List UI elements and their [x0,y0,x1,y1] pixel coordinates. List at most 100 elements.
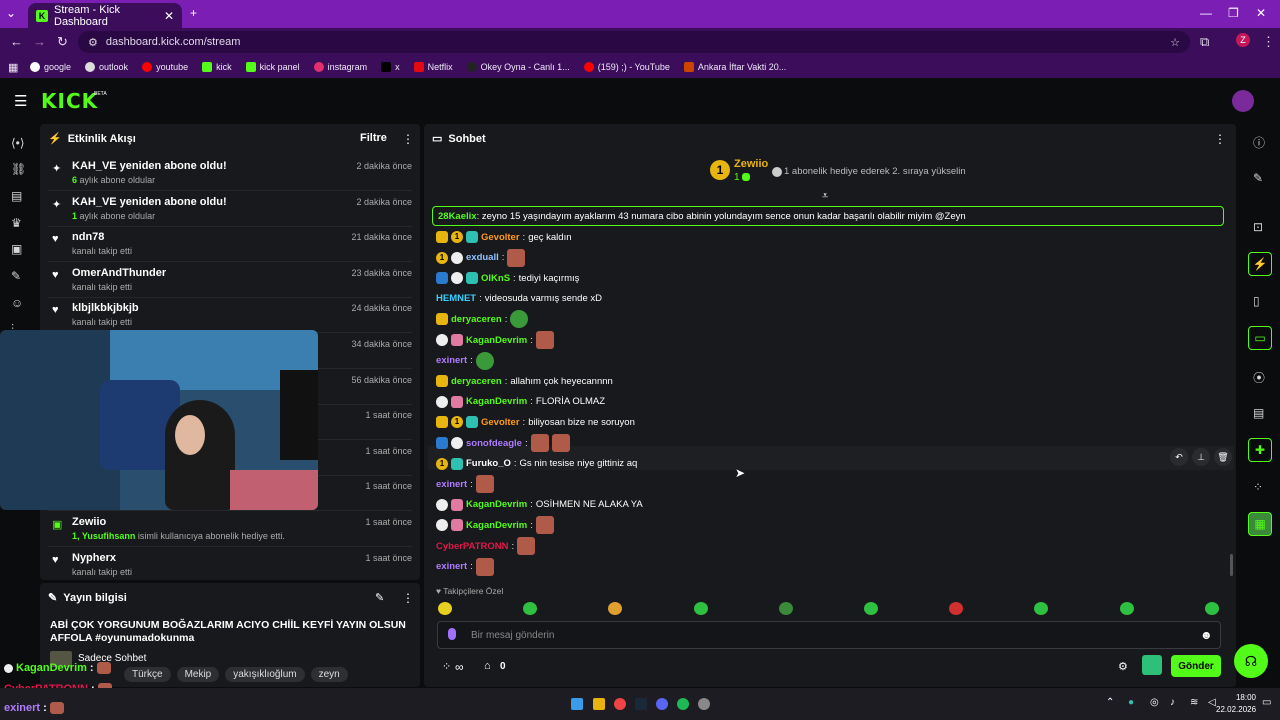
chat-message[interactable]: KaganDevrim: FLORİA OLMAZ [436,393,605,411]
chat-username[interactable]: KaganDevrim [466,520,527,531]
signal-icon[interactable]: ⦿ [1253,369,1265,386]
new-tab-icon[interactable]: + [190,6,197,20]
quick-emote-icon[interactable] [608,602,623,615]
hamburger-menu-icon[interactable]: ☰ [14,92,27,110]
browser-tab[interactable]: K Stream - Kick Dashboard ✕ [28,3,182,28]
more-options-icon[interactable]: ⋮ [402,132,414,146]
clock-date[interactable]: 22.02.2026 [1216,705,1256,714]
chat-message[interactable]: deryaceren: allahım çok heyecannnn [436,372,613,390]
url-input[interactable]: ⚙ dashboard.kick.com/stream ☆ [78,31,1190,53]
bookmark-x[interactable]: x [381,62,400,72]
bookmark-kick[interactable]: kick [202,62,232,72]
chart-icon[interactable]: ▤ [11,189,22,203]
app-icon[interactable] [698,698,710,710]
chat-username[interactable]: OlKnS [481,273,510,284]
mic-tray-icon[interactable]: ♪ [1170,697,1175,708]
printer-icon[interactable]: ▤ [1253,406,1264,420]
delete-icon[interactable]: 🗑 [1214,448,1232,466]
scrollbar-thumb[interactable] [1230,554,1233,576]
extensions-icon[interactable]: ⧉ [1200,34,1209,50]
info-icon[interactable]: ⓘ [1253,134,1265,151]
chat-username[interactable]: Furuko_O [466,458,511,469]
chat-username[interactable]: deryaceren [451,314,502,325]
activity-item[interactable]: ✦ KAH_VE yeniden abone oldu! 6 aylık abone… [40,156,420,191]
chat-message[interactable]: HEMNET: videosuda varmış sende xD [436,290,602,308]
link-icon[interactable]: ⛓ [11,162,26,176]
broadcast-icon[interactable]: ⟨•⟩ [11,136,25,150]
circles-icon[interactable]: ⁘ [1253,480,1263,494]
quick-emote-icon[interactable] [949,602,964,615]
chat-username[interactable]: deryaceren [451,376,502,387]
activity-item[interactable]: ♥ klbjlkbkjbkjb kanalı takip etti 24 dakika… [40,298,420,334]
chat-message[interactable]: KaganDevrim: [436,516,554,535]
activity-item[interactable]: ♥ OmerAndThunder kanalı takip etti 23 dakik… [40,263,420,298]
chat-message[interactable]: deryaceren: [436,310,529,329]
restore-icon[interactable]: ❐ [1228,6,1239,20]
tag-chip[interactable]: zeyn [310,667,348,682]
minimize-icon[interactable]: — [1200,6,1212,20]
chrome-icon[interactable] [614,698,626,710]
quick-emote-icon[interactable] [778,602,793,615]
chat-message[interactable]: 1 Gevolter: geç kaldın [436,228,572,246]
chat-message[interactable]: exinert: [436,557,494,576]
close-tab-icon[interactable]: ✕ [164,9,174,23]
message-input[interactable]: Bir mesaj gönderin ☻ [437,621,1221,649]
activity-item[interactable]: ▣ Zewiio 1, Yusufihsann isimli kullanıcıya… [40,512,420,547]
quick-emote-icon[interactable] [693,602,708,615]
chat-message[interactable]: CyberPATRONN: [436,537,536,555]
chat-username[interactable]: KaganDevrim [466,396,527,407]
chat-message[interactable]: KaganDevrim: OSİHMEN NE ALAKA YA [436,496,643,514]
chat-message[interactable]: 1 exduall: [436,248,526,267]
discord-icon[interactable] [656,698,668,710]
apps-grid-icon[interactable]: ▦ [8,61,18,74]
reload-icon[interactable]: ↻ [57,34,68,50]
users-icon[interactable]: ☺ [11,296,23,310]
store-icon[interactable]: ⌂ [484,660,491,672]
quick-emote-icon[interactable] [438,602,452,615]
bookmark-instagram[interactable]: instagram [313,62,367,72]
spotify-icon[interactable] [677,698,689,710]
bookmark-okey[interactable]: Okey Oyna - Canlı 1... [466,62,570,72]
bookmark-outlook[interactable]: outlook [85,62,128,72]
chat-username[interactable]: exinert [436,561,467,572]
quick-emote-icon[interactable] [1204,602,1219,615]
trophy-icon[interactable]: ♛ [11,216,22,230]
chat-message[interactable]: OlKnS: tediyi kaçırmış [436,269,579,287]
capture-icon[interactable]: ⊡ [1253,220,1263,234]
chat-username[interactable]: sonofdeagle [466,438,522,449]
chat-message[interactable]: exinert: [436,351,494,370]
tab-search-icon[interactable]: ⌄ [6,6,16,20]
chat-username[interactable]: Gevolter [481,232,520,243]
points-icon[interactable]: ⁘ [442,660,451,673]
forward-icon[interactable]: → [33,34,46,49]
tool-icon[interactable]: ✚ [1248,438,1272,462]
bookmark-star-icon[interactable]: ☆ [1170,36,1180,49]
steam-icon[interactable] [635,698,647,710]
pin-icon[interactable]: ⊥ [1192,448,1210,466]
quick-emote-icon[interactable] [523,602,538,615]
quick-emote-icon[interactable] [864,602,878,615]
chat-username[interactable]: Gevolter [481,417,520,428]
wrench-icon[interactable]: ✎ [11,269,21,283]
chat-username[interactable]: KaganDevrim [466,499,527,510]
lightning-icon[interactable]: ⚡ [1248,252,1272,276]
pinned-message[interactable]: 28Kaelix: zeyno 15 yaşındayım ayaklarım … [432,206,1224,226]
settings-gear-icon[interactable]: ⚙ [1118,660,1128,673]
chat-message[interactable]: exinert: [436,475,494,494]
bookmark-netflix[interactable]: Netflix [413,62,453,72]
tray-chevron-icon[interactable]: ⌃ [1106,697,1114,708]
chat-message[interactable]: sonofdeagle: [436,434,570,452]
bookmark-youtube[interactable]: youtube [142,62,188,72]
chat-username[interactable]: exinert [436,355,467,366]
chat-username[interactable]: exinert [436,479,467,490]
profile-avatar[interactable]: Z [1236,33,1250,47]
bot-icon[interactable] [1142,655,1162,675]
tag-chip[interactable]: yakışıklıoğlum [225,667,305,682]
activity-item[interactable]: ✦ KAH_VE yeniden abone oldu! 1 aylık abone… [40,192,420,227]
kick-logo[interactable]: KICK [41,89,98,113]
bookmark-google[interactable]: google [30,62,71,72]
activity-item[interactable]: ♥ ndn78 kanalı takip etti 21 dakika önce [40,227,420,263]
volume-icon[interactable]: ◁ [1208,697,1216,708]
tray-app-icon[interactable]: ● [1128,697,1134,708]
bookmark-kick-panel[interactable]: kick panel [245,62,300,72]
